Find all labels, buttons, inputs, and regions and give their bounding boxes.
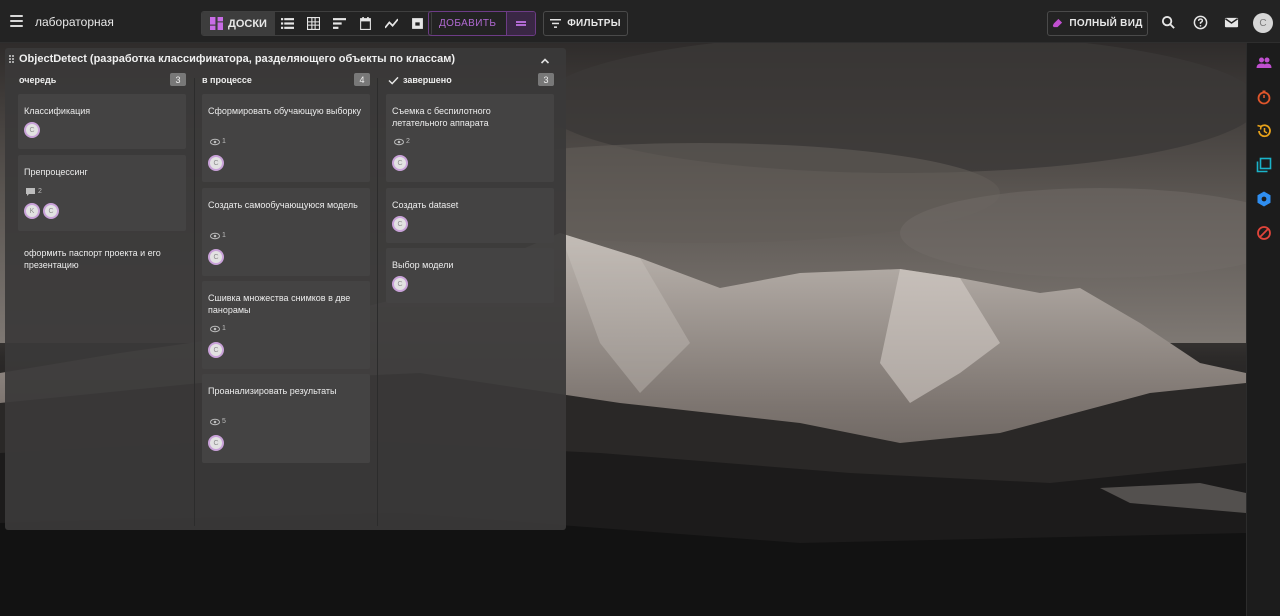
- card-title: оформить паспорт проекта и его презентац…: [24, 248, 161, 270]
- assignee-avatar[interactable]: C: [208, 435, 224, 451]
- column-name: очередь: [19, 75, 57, 85]
- card-title: Создать самообучающуюся модель: [208, 200, 358, 210]
- help-icon[interactable]: [1192, 14, 1208, 30]
- card-title: Препроцессинг: [24, 167, 88, 177]
- mail-icon[interactable]: [1223, 14, 1239, 30]
- task-card[interactable]: оформить паспорт проекта и его презентац…: [18, 236, 186, 276]
- board-title: ObjectDetect (разработка классификатора,…: [19, 53, 456, 65]
- linked-count: 1: [210, 137, 226, 146]
- assignee-avatar[interactable]: C: [392, 216, 408, 232]
- column-header-done: завершено: [388, 74, 452, 86]
- user-avatar[interactable]: C: [1253, 13, 1273, 33]
- task-card[interactable]: Сшивка множества снимков в две панорамы …: [202, 281, 370, 369]
- eye-icon: [210, 418, 220, 425]
- filters-label: ФИЛЬТРЫ: [567, 18, 621, 29]
- add-options-button[interactable]: [506, 12, 536, 35]
- history-icon[interactable]: [1256, 123, 1272, 139]
- assignee-avatar[interactable]: C: [208, 249, 224, 265]
- column-header-queue: очередь: [19, 74, 56, 86]
- card-title: Создать dataset: [392, 200, 459, 210]
- assignee-avatar[interactable]: C: [24, 122, 40, 138]
- filters-button[interactable]: ФИЛЬТРЫ: [543, 11, 628, 36]
- card-title: Классификация: [24, 106, 91, 116]
- list-view-button[interactable]: [275, 12, 301, 35]
- linked-count: 2: [394, 137, 410, 146]
- people-icon[interactable]: [1256, 55, 1272, 71]
- brush-icon: [1053, 18, 1063, 28]
- column-divider: [194, 78, 195, 526]
- gantt-view-button[interactable]: [327, 12, 353, 35]
- archive-icon: [412, 18, 424, 29]
- calendar-icon: [360, 17, 372, 30]
- comment-count: 2: [26, 187, 42, 196]
- boards-view-button[interactable]: ДОСКИ: [202, 12, 275, 35]
- block-icon[interactable]: [1256, 225, 1272, 241]
- comment-icon: [26, 187, 35, 196]
- table-view-button[interactable]: [301, 12, 327, 35]
- chevron-up-icon[interactable]: [539, 53, 551, 64]
- column-count-badge: 4: [354, 73, 370, 86]
- filter-icon: [550, 19, 562, 28]
- task-card[interactable]: Классификация C: [18, 94, 186, 149]
- assignee-avatar[interactable]: C: [43, 203, 59, 219]
- assignee-avatar[interactable]: C: [208, 342, 224, 358]
- task-card[interactable]: Проанализировать результаты 5 C: [202, 374, 370, 463]
- card-title: Выбор модели: [392, 260, 454, 270]
- eye-icon: [394, 138, 404, 145]
- calendar-view-button[interactable]: [353, 12, 379, 35]
- copy-icon[interactable]: [1256, 157, 1272, 173]
- task-card[interactable]: Препроцессинг 2 K C: [18, 155, 186, 231]
- linked-count: 5: [210, 417, 226, 426]
- list-icon: [281, 18, 295, 29]
- project-title: лабораторная: [35, 15, 114, 29]
- eye-icon: [210, 232, 220, 239]
- view-switcher: ДОСКИ: [201, 11, 432, 36]
- column-divider: [377, 78, 378, 526]
- assignee-avatar[interactable]: C: [208, 155, 224, 171]
- checkmark-icon: [388, 76, 399, 85]
- column-count-badge: 3: [170, 73, 186, 86]
- settings-badge-icon[interactable]: [1256, 191, 1272, 207]
- linked-count: 1: [210, 231, 226, 240]
- drag-handle-icon[interactable]: [9, 55, 15, 64]
- eye-icon: [210, 325, 220, 332]
- chart-icon: [385, 18, 399, 29]
- task-card[interactable]: Создать самообучающуюся модель 1 C: [202, 188, 370, 276]
- timer-icon[interactable]: [1256, 89, 1272, 105]
- add-button-group: ДОБАВИТЬ: [428, 11, 537, 36]
- search-icon[interactable]: [1160, 14, 1176, 30]
- full-view-button[interactable]: ПОЛНЫЙ ВИД: [1047, 11, 1148, 36]
- column-header-in-progress: в процессе: [202, 74, 252, 86]
- eye-icon: [210, 138, 220, 145]
- card-title: Сшивка множества снимков в две панорамы: [208, 293, 351, 315]
- boards-icon: [210, 17, 223, 30]
- task-card[interactable]: Съемка с беспилотного летательного аппар…: [386, 94, 554, 182]
- menu-icon[interactable]: [10, 15, 23, 27]
- task-card[interactable]: Выбор модели C: [386, 248, 554, 303]
- task-card[interactable]: Сформировать обучающую выборку 1 C: [202, 94, 370, 182]
- right-sidebar: [1246, 43, 1280, 616]
- table-icon: [307, 17, 321, 30]
- full-view-label: ПОЛНЫЙ ВИД: [1069, 18, 1143, 29]
- add-button[interactable]: ДОБАВИТЬ: [429, 12, 506, 35]
- boards-view-label: ДОСКИ: [228, 17, 267, 30]
- column-count-badge: 3: [538, 73, 554, 86]
- linked-count: 1: [210, 324, 226, 333]
- task-card[interactable]: Создать dataset C: [386, 188, 554, 243]
- assignee-avatar[interactable]: K: [24, 203, 40, 219]
- menu-lines-icon: [516, 21, 527, 23]
- column-name: в процессе: [202, 75, 252, 85]
- chart-view-button[interactable]: [379, 12, 405, 35]
- top-bar: лабораторная ДОСКИ ДОБАВИТЬ ФИЛЬТРЫ ПОЛН…: [0, 0, 1280, 43]
- card-title: Проанализировать результаты: [208, 386, 337, 396]
- column-name: завершено: [403, 75, 452, 85]
- card-title: Съемка с беспилотного летательного аппар…: [392, 106, 491, 128]
- assignee-avatar[interactable]: C: [392, 276, 408, 292]
- card-title: Сформировать обучающую выборку: [208, 106, 362, 116]
- gantt-icon: [333, 18, 347, 29]
- assignee-avatar[interactable]: C: [392, 155, 408, 171]
- board-panel: ObjectDetect (разработка классификатора,…: [5, 48, 566, 530]
